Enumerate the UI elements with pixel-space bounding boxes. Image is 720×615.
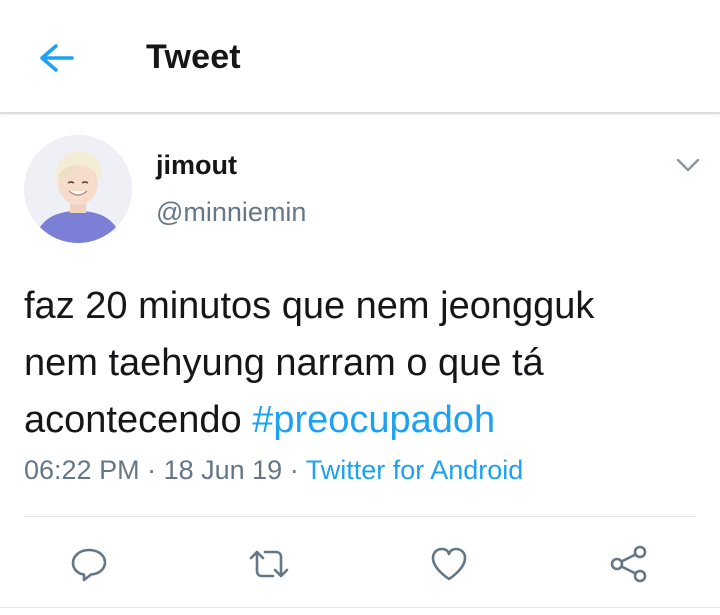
tweet-source-link[interactable]: Twitter for Android [306, 455, 524, 485]
reply-icon [71, 548, 107, 582]
retweet-icon [249, 550, 289, 578]
tweet-text-line: faz 20 minutos que nem jeongguk [24, 285, 595, 327]
avatar-image [24, 135, 132, 243]
separator: · [139, 455, 164, 485]
tweet-menu-button[interactable] [670, 150, 706, 180]
user-handle[interactable]: @minniemin [156, 197, 306, 228]
retweet-button[interactable] [247, 542, 291, 586]
like-button[interactable] [427, 542, 471, 586]
share-button[interactable] [607, 542, 651, 586]
arrow-left-icon [40, 44, 74, 72]
tweet-time: 06:22 PM [24, 455, 140, 485]
tweet-text: faz 20 minutos que nem jeongguk nem taeh… [24, 278, 704, 449]
display-name[interactable]: jimout [156, 150, 237, 181]
tweet-text-line: nem taehyung narram o que tá [24, 342, 544, 384]
share-icon [610, 545, 647, 583]
heart-icon [431, 547, 467, 581]
divider [24, 516, 696, 517]
back-button[interactable] [30, 36, 82, 80]
tweet-metadata: 06:22 PM · 18 Jun 19 · Twitter for Andro… [24, 455, 523, 486]
chevron-down-icon [676, 158, 700, 172]
divider [0, 607, 720, 608]
tweet-detail-screen: Tweet jimout @minniemin faz 20 minutos q… [0, 0, 720, 615]
tweet-date: 18 Jun 19 [163, 455, 283, 485]
tweet-text-line: acontecendo [24, 399, 253, 441]
hashtag-link[interactable]: #preocupadoh [252, 399, 495, 441]
top-app-bar: Tweet [0, 0, 720, 114]
avatar[interactable] [24, 135, 132, 243]
page-title: Tweet [146, 38, 241, 76]
separator: · [282, 455, 306, 485]
reply-button[interactable] [67, 542, 111, 586]
